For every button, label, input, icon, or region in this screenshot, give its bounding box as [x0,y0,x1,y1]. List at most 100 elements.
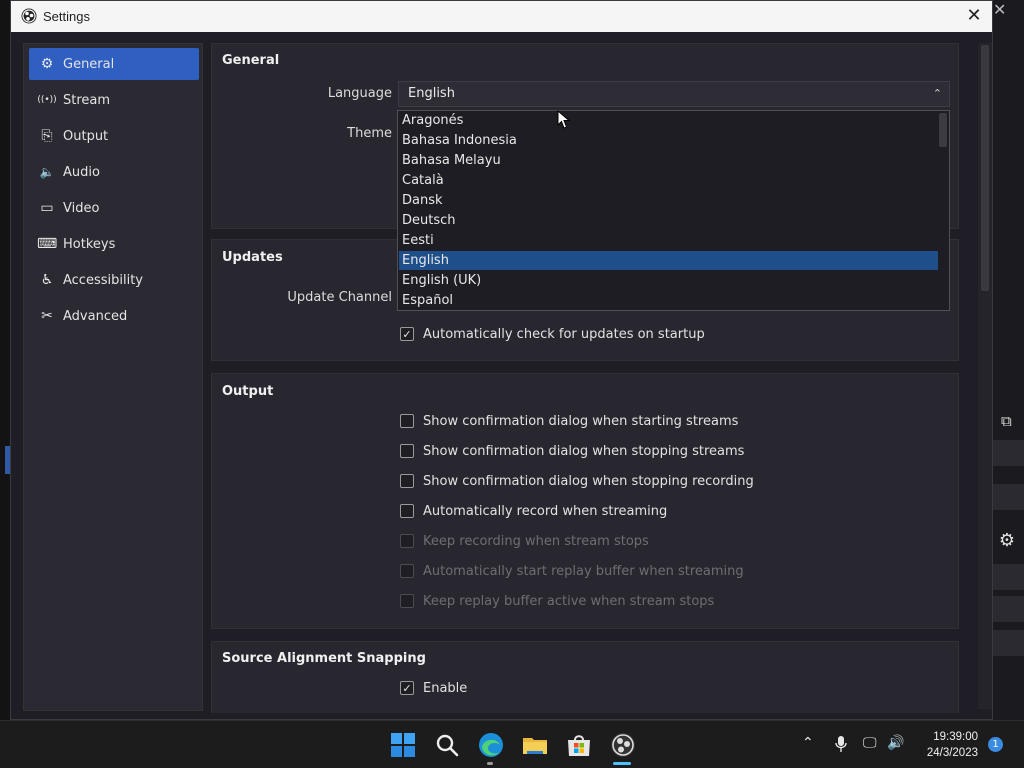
background-panel-slot [993,440,1024,466]
sidebar-item-label: Audio [63,164,100,180]
sidebar-item-stream[interactable]: ((•)) Stream [29,84,199,116]
checkbox-label: Automatically start replay buffer when s… [423,563,744,579]
windows-start-icon[interactable] [389,731,417,759]
obs-logo-icon [21,8,37,24]
edge-running-indicator [487,762,493,765]
snapping-group: Source Alignment Snapping ✓ Enable [211,641,959,713]
checkbox-unchecked-icon [400,594,414,608]
auto-check-updates-checkbox[interactable]: ✓ Automatically check for updates on sta… [400,324,705,344]
checkbox-label: Automatically check for updates on start… [423,326,705,342]
obs-active-indicator [613,762,631,765]
notification-badge[interactable]: 1 [988,737,1003,752]
keyboard-icon: ⌨ [37,236,58,252]
language-option[interactable]: Català [399,171,938,190]
clock-date: 24/3/2023 [926,747,978,759]
keep-replay-buffer-checkbox: Keep replay buffer active when stream st… [400,591,714,611]
checkbox-checked-icon: ✓ [400,327,414,341]
window-title: Settings [43,9,90,24]
language-option[interactable]: Bahasa Indonesia [399,131,938,150]
auto-record-streaming-checkbox[interactable]: Automatically record when streaming [400,501,667,521]
sidebar-item-label: Stream [63,92,111,108]
checkbox-label: Automatically record when streaming [423,503,668,519]
chevron-updown-icon: ⌃ [932,87,942,100]
snapping-enable-checkbox[interactable]: ✓ Enable [400,678,467,698]
sidebar-item-video[interactable]: ▭ Video [29,192,199,224]
sidebar-item-output[interactable]: ⎘ Output [29,120,199,152]
edge-browser-icon[interactable] [477,731,505,759]
language-select[interactable]: English ⌃ [398,81,950,107]
obs-studio-icon[interactable] [609,731,637,759]
sidebar-item-accessibility[interactable]: ♿ Accessibility [29,264,199,296]
update-channel-label: Update Channel [287,290,392,305]
checkbox-label: Keep replay buffer active when stream st… [423,593,715,609]
sidebar-item-general[interactable]: ⚙ General [29,48,199,80]
confirm-stop-recording-checkbox[interactable]: Show confirmation dialog when stopping r… [400,471,754,491]
mouse-cursor-icon [557,110,571,129]
microphone-icon[interactable] [834,735,848,753]
sidebar-item-label: Output [63,128,109,144]
language-value: English [408,86,455,101]
title-bar: Settings ✕ [11,1,992,32]
chevron-up-icon[interactable]: ⌃ [802,735,814,751]
background-panel-slot [993,630,1024,656]
checkbox-unchecked-icon [400,534,414,548]
close-icon[interactable]: ✕ [962,4,986,28]
group-title-updates: Updates [222,250,283,265]
keep-recording-checkbox: Keep recording when stream stops [400,531,649,551]
sidebar-item-advanced[interactable]: ✂ Advanced [29,300,199,332]
sidebar-item-hotkeys[interactable]: ⌨ Hotkeys [29,228,199,260]
checkbox-label: Enable [423,680,468,696]
theme-label: Theme [347,126,392,141]
content-scrollbar[interactable] [978,43,992,709]
sidebar-item-label: Accessibility [63,272,143,288]
checkbox-label: Keep recording when stream stops [423,533,649,549]
sidebar-item-label: Hotkeys [63,236,116,252]
dropdown-scrollbar-thumb[interactable] [939,113,947,147]
background-panel-slot [993,596,1024,622]
language-option[interactable]: English (UK) [399,271,938,290]
checkbox-checked-icon: ✓ [400,681,414,695]
confirm-start-stream-checkbox[interactable]: Show confirmation dialog when starting s… [400,411,738,431]
language-option[interactable]: Aragonés [399,111,938,130]
file-explorer-icon[interactable] [521,731,549,759]
checkbox-unchecked-icon [400,564,414,578]
background-close-icon[interactable]: ✕ [993,0,1006,19]
group-title-general: General [222,53,280,68]
language-option-selected[interactable]: English [399,251,938,270]
checkbox-label: Show confirmation dialog when stopping r… [423,473,754,489]
checkbox-unchecked-icon [400,474,414,488]
language-label: Language [327,86,392,101]
language-option[interactable]: Bahasa Melayu [399,151,938,170]
background-panel-slot [993,564,1024,590]
sidebar-item-audio[interactable]: 🔈 Audio [29,156,199,188]
language-option[interactable]: Español [399,291,938,310]
language-option[interactable]: Dansk [399,191,938,210]
group-title-output: Output [222,384,274,399]
background-panel-slot [993,484,1024,510]
scrollbar-thumb[interactable] [981,45,989,291]
gear-icon[interactable]: ⚙ [997,530,1017,552]
network-icon[interactable]: 🖵 [863,735,877,751]
language-option[interactable]: Deutsch [399,211,938,230]
group-title-snapping: Source Alignment Snapping [222,651,426,666]
taskbar: ⌃ 🖵 🔊 19:39:00 24/3/2023 1 [0,720,1024,768]
auto-replay-buffer-checkbox: Automatically start replay buffer when s… [400,561,744,581]
sidebar-item-label: Advanced [63,308,128,324]
broadcast-icon: ((•)) [37,95,57,105]
output-icon: ⎘ [41,128,53,144]
checkbox-unchecked-icon [400,444,414,458]
language-option[interactable]: Eesti [399,231,938,250]
settings-sidebar: ⚙ General ((•)) Stream ⎘ Output 🔈 Audio … [23,43,203,711]
gear-icon: ⚙ [40,56,54,72]
background-window-right: ✕ ⧉ ⚙ [993,0,1024,720]
confirm-stop-stream-checkbox[interactable]: Show confirmation dialog when stopping s… [400,441,744,461]
dock-icon[interactable]: ⧉ [1001,412,1012,430]
sidebar-item-label: General [63,56,115,72]
checkbox-label: Show confirmation dialog when stopping s… [423,443,745,459]
microsoft-store-icon[interactable] [565,731,593,759]
system-clock[interactable]: 19:39:00 24/3/2023 [900,729,978,761]
language-dropdown-list[interactable]: Aragonés Bahasa Indonesia Bahasa Melayu … [397,110,950,311]
search-icon[interactable] [433,731,461,759]
checkbox-unchecked-icon [400,414,414,428]
checkbox-unchecked-icon [400,504,414,518]
